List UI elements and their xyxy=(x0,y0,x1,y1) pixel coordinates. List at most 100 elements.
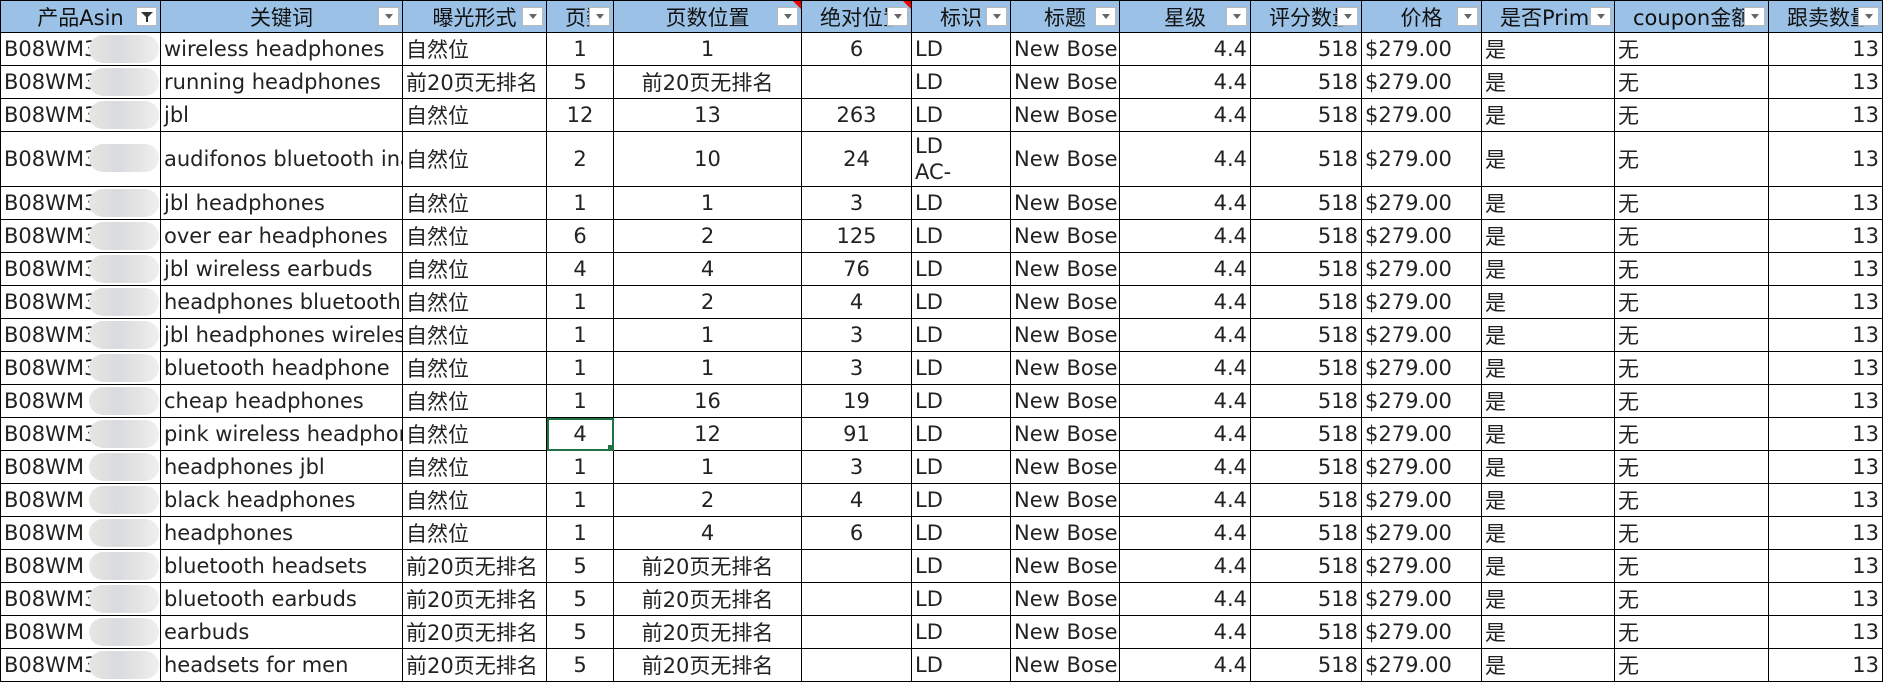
asin-cell[interactable]: B08WM xyxy=(0,483,161,517)
prime-cell[interactable]: 是 xyxy=(1481,483,1615,517)
price-cell[interactable]: $279.00 xyxy=(1361,615,1482,649)
coupon-cell[interactable]: 无 xyxy=(1614,186,1769,220)
review-count-cell[interactable]: 518 xyxy=(1250,32,1362,66)
prime-cell[interactable]: 是 xyxy=(1481,549,1615,583)
page-position-cell[interactable]: 前20页无排名 xyxy=(613,615,802,649)
coupon-cell[interactable]: 无 xyxy=(1614,351,1769,385)
review-count-cell[interactable]: 518 xyxy=(1250,219,1362,253)
title-cell[interactable]: New Bose xyxy=(1010,252,1120,286)
page-position-cell[interactable]: 1 xyxy=(613,32,802,66)
review-count-cell[interactable]: 518 xyxy=(1250,483,1362,517)
column-header-coupon[interactable]: coupon金额 xyxy=(1614,0,1769,33)
absolute-position-cell[interactable]: 125 xyxy=(801,219,912,253)
filter-dropdown-button[interactable] xyxy=(1226,7,1247,26)
page-position-cell[interactable]: 前20页无排名 xyxy=(613,549,802,583)
column-header-exposure-type[interactable]: 曝光形式 xyxy=(402,0,547,33)
asin-cell[interactable]: B08WM3 xyxy=(0,417,161,451)
prime-cell[interactable]: 是 xyxy=(1481,186,1615,220)
absolute-position-cell[interactable]: 6 xyxy=(801,32,912,66)
prime-cell[interactable]: 是 xyxy=(1481,516,1615,550)
column-header-review-count[interactable]: 评分数量 xyxy=(1250,0,1362,33)
coupon-cell[interactable]: 无 xyxy=(1614,648,1769,682)
column-header-keyword[interactable]: 关键词 xyxy=(160,0,403,33)
keyword-cell[interactable]: wireless headphones xyxy=(160,32,403,66)
page-cell[interactable]: 6 xyxy=(546,219,614,253)
coupon-cell[interactable]: 无 xyxy=(1614,318,1769,352)
coupon-cell[interactable]: 无 xyxy=(1614,219,1769,253)
filter-dropdown-button[interactable] xyxy=(522,7,543,26)
absolute-position-cell[interactable] xyxy=(801,582,912,616)
coupon-cell[interactable]: 无 xyxy=(1614,516,1769,550)
keyword-cell[interactable]: bluetooth earbuds xyxy=(160,582,403,616)
rating-cell[interactable]: 4.4 xyxy=(1119,450,1251,484)
comment-indicator-icon[interactable] xyxy=(903,1,911,9)
seller-count-cell[interactable]: 13 xyxy=(1768,384,1883,418)
prime-cell[interactable]: 是 xyxy=(1481,450,1615,484)
keyword-cell[interactable]: over ear headphones xyxy=(160,219,403,253)
page-cell[interactable]: 1 xyxy=(546,285,614,319)
prime-cell[interactable]: 是 xyxy=(1481,98,1615,132)
coupon-cell[interactable]: 无 xyxy=(1614,32,1769,66)
keyword-cell[interactable]: headsets for men xyxy=(160,648,403,682)
column-header-absolute-position[interactable]: 绝对位置 xyxy=(801,0,912,33)
rating-cell[interactable]: 4.4 xyxy=(1119,417,1251,451)
seller-count-cell[interactable]: 13 xyxy=(1768,615,1883,649)
rating-cell[interactable]: 4.4 xyxy=(1119,549,1251,583)
exposure-type-cell[interactable]: 自然位 xyxy=(402,219,547,253)
absolute-position-cell[interactable]: 4 xyxy=(801,483,912,517)
price-cell[interactable]: $279.00 xyxy=(1361,483,1482,517)
review-count-cell[interactable]: 518 xyxy=(1250,615,1362,649)
page-cell[interactable]: 12 xyxy=(546,98,614,132)
title-cell[interactable]: New Bose xyxy=(1010,285,1120,319)
keyword-cell[interactable]: jbl headphones xyxy=(160,186,403,220)
title-cell[interactable]: New Bose xyxy=(1010,648,1120,682)
coupon-cell[interactable]: 无 xyxy=(1614,417,1769,451)
coupon-cell[interactable]: 无 xyxy=(1614,131,1769,187)
rating-cell[interactable]: 4.4 xyxy=(1119,186,1251,220)
title-cell[interactable]: New Bose xyxy=(1010,384,1120,418)
filter-dropdown-button[interactable] xyxy=(1590,7,1611,26)
rating-cell[interactable]: 4.4 xyxy=(1119,318,1251,352)
exposure-type-cell[interactable]: 自然位 xyxy=(402,384,547,418)
exposure-type-cell[interactable]: 前20页无排名 xyxy=(402,549,547,583)
review-count-cell[interactable]: 518 xyxy=(1250,252,1362,286)
review-count-cell[interactable]: 518 xyxy=(1250,351,1362,385)
exposure-type-cell[interactable]: 前20页无排名 xyxy=(402,65,547,99)
absolute-position-cell[interactable] xyxy=(801,648,912,682)
mark-cell[interactable]: LD xyxy=(911,285,1011,319)
asin-cell[interactable]: B08WM xyxy=(0,450,161,484)
rating-cell[interactable]: 4.4 xyxy=(1119,615,1251,649)
price-cell[interactable]: $279.00 xyxy=(1361,98,1482,132)
absolute-position-cell[interactable]: 3 xyxy=(801,318,912,352)
absolute-position-cell[interactable]: 6 xyxy=(801,516,912,550)
exposure-type-cell[interactable]: 自然位 xyxy=(402,450,547,484)
page-cell[interactable]: 2 xyxy=(546,131,614,187)
title-cell[interactable]: New Bose xyxy=(1010,98,1120,132)
seller-count-cell[interactable]: 13 xyxy=(1768,549,1883,583)
page-position-cell[interactable]: 前20页无排名 xyxy=(613,65,802,99)
page-position-cell[interactable]: 2 xyxy=(613,483,802,517)
seller-count-cell[interactable]: 13 xyxy=(1768,32,1883,66)
coupon-cell[interactable]: 无 xyxy=(1614,615,1769,649)
absolute-position-cell[interactable]: 3 xyxy=(801,351,912,385)
filter-dropdown-button[interactable] xyxy=(1858,7,1879,26)
rating-cell[interactable]: 4.4 xyxy=(1119,252,1251,286)
page-position-cell[interactable]: 2 xyxy=(613,219,802,253)
mark-cell[interactable]: LD xyxy=(911,549,1011,583)
prime-cell[interactable]: 是 xyxy=(1481,65,1615,99)
keyword-cell[interactable]: jbl headphones wireless xyxy=(160,318,403,352)
title-cell[interactable]: New Bose xyxy=(1010,65,1120,99)
coupon-cell[interactable]: 无 xyxy=(1614,483,1769,517)
price-cell[interactable]: $279.00 xyxy=(1361,351,1482,385)
asin-cell[interactable]: B08WM3L xyxy=(0,131,161,187)
price-cell[interactable]: $279.00 xyxy=(1361,648,1482,682)
prime-cell[interactable]: 是 xyxy=(1481,615,1615,649)
price-cell[interactable]: $279.00 xyxy=(1361,582,1482,616)
title-cell[interactable]: New Bose xyxy=(1010,417,1120,451)
review-count-cell[interactable]: 518 xyxy=(1250,131,1362,187)
column-header-price[interactable]: 价格 xyxy=(1361,0,1482,33)
absolute-position-cell[interactable] xyxy=(801,65,912,99)
absolute-position-cell[interactable] xyxy=(801,615,912,649)
filter-dropdown-button[interactable] xyxy=(1457,7,1478,26)
keyword-cell[interactable]: headphones jbl xyxy=(160,450,403,484)
